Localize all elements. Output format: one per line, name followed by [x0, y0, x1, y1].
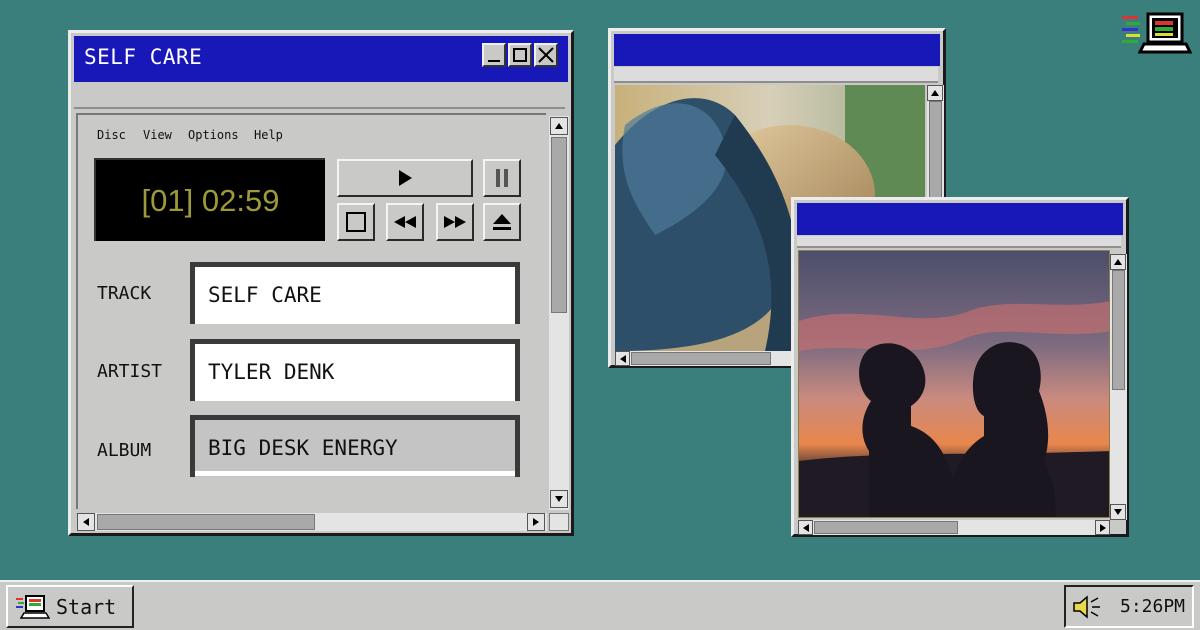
close-button[interactable] — [534, 43, 558, 67]
system-tray: 5:26PM — [1064, 585, 1194, 628]
arrow-down-icon — [1114, 509, 1122, 515]
photo-sunset-silhouettes-image — [798, 250, 1110, 518]
track-label: TRACK — [97, 283, 152, 304]
scroll-left-button[interactable] — [77, 513, 95, 531]
maximize-icon — [513, 48, 527, 62]
artist-field[interactable]: TYLER DENK — [190, 339, 520, 401]
album-label: ALBUM — [97, 440, 152, 461]
computer-icon — [16, 594, 50, 619]
photo-window-2-scroll-right-button[interactable] — [1095, 520, 1110, 535]
track-field[interactable]: SELF CARE — [190, 262, 520, 324]
photo-window-1-scroll-up-button[interactable] — [927, 85, 943, 101]
stop-button[interactable] — [337, 203, 375, 241]
photo-window-1-scroll-left-button[interactable] — [615, 351, 630, 366]
fast-forward-icon — [444, 216, 466, 228]
photo-window-2 — [791, 197, 1129, 537]
album-field-underline — [195, 471, 515, 476]
speaker-icon[interactable] — [1072, 594, 1102, 620]
taskbar: Start 5:26PM — [0, 580, 1200, 630]
scroll-up-button[interactable] — [550, 117, 568, 135]
photo-window-2-scroll-left-button[interactable] — [798, 520, 813, 535]
arrow-right-icon — [1099, 523, 1106, 532]
photo-window-2-scroll-down-button[interactable] — [1110, 504, 1126, 520]
photo-window-1-horizontal-thumb[interactable] — [631, 352, 771, 365]
window-title: SELF CARE — [84, 45, 203, 69]
album-field[interactable]: BIG DESK ENERGY — [190, 415, 520, 477]
play-icon — [399, 170, 412, 186]
scroll-right-button[interactable] — [527, 513, 545, 531]
play-button[interactable] — [337, 159, 473, 197]
start-button[interactable]: Start — [6, 585, 134, 628]
arrow-down-icon — [555, 496, 563, 502]
photo-window-1-title-bar[interactable] — [614, 34, 940, 66]
desktop-computer-icon[interactable] — [1120, 10, 1193, 54]
pause-button[interactable] — [483, 159, 521, 197]
arrow-left-icon — [83, 518, 89, 526]
track-time-display: [01] 02:59 — [94, 158, 325, 241]
eject-icon — [493, 214, 511, 230]
vertical-scroll-thumb[interactable] — [551, 137, 567, 313]
menu-view[interactable]: View — [143, 128, 172, 142]
horizontal-scroll-thumb[interactable] — [97, 514, 315, 530]
photo-window-2-horizontal-thumb[interactable] — [814, 521, 958, 534]
clock[interactable]: 5:26PM — [1120, 596, 1185, 617]
scroll-corner — [549, 513, 569, 531]
arrow-right-icon — [533, 518, 539, 526]
toolbar-strip — [74, 85, 565, 109]
photo-window-1-toolbar-strip — [614, 67, 938, 83]
close-icon — [538, 47, 554, 63]
arrow-left-icon — [619, 354, 626, 363]
start-label: Start — [56, 594, 117, 619]
arrow-left-icon — [802, 523, 809, 532]
photo-window-1-vertical-thumb[interactable] — [929, 101, 942, 211]
arrow-up-icon — [1114, 259, 1122, 265]
menu-disc[interactable]: Disc — [97, 128, 126, 142]
minimize-icon — [488, 60, 500, 62]
rewind-icon — [394, 216, 416, 228]
title-bar[interactable]: SELF CARE — [74, 36, 568, 82]
arrow-up-icon — [931, 90, 939, 96]
photo-window-2-scroll-up-button[interactable] — [1110, 254, 1126, 270]
eject-button[interactable] — [483, 203, 521, 241]
maximize-button[interactable] — [508, 43, 532, 67]
stop-icon — [346, 212, 366, 232]
pause-icon — [496, 169, 508, 187]
scroll-down-button[interactable] — [550, 490, 568, 508]
menu-help[interactable]: Help — [254, 128, 283, 142]
menu-options[interactable]: Options — [188, 128, 239, 142]
photo-window-2-toolbar-strip — [797, 236, 1121, 248]
minimize-button[interactable] — [482, 43, 506, 67]
photo-window-2-vertical-thumb[interactable] — [1112, 270, 1125, 390]
arrow-up-icon — [555, 123, 563, 129]
fast-forward-button[interactable] — [436, 203, 474, 241]
artist-label: ARTIST — [97, 361, 163, 382]
photo-window-2-title-bar[interactable] — [797, 203, 1123, 235]
rewind-button[interactable] — [386, 203, 424, 241]
